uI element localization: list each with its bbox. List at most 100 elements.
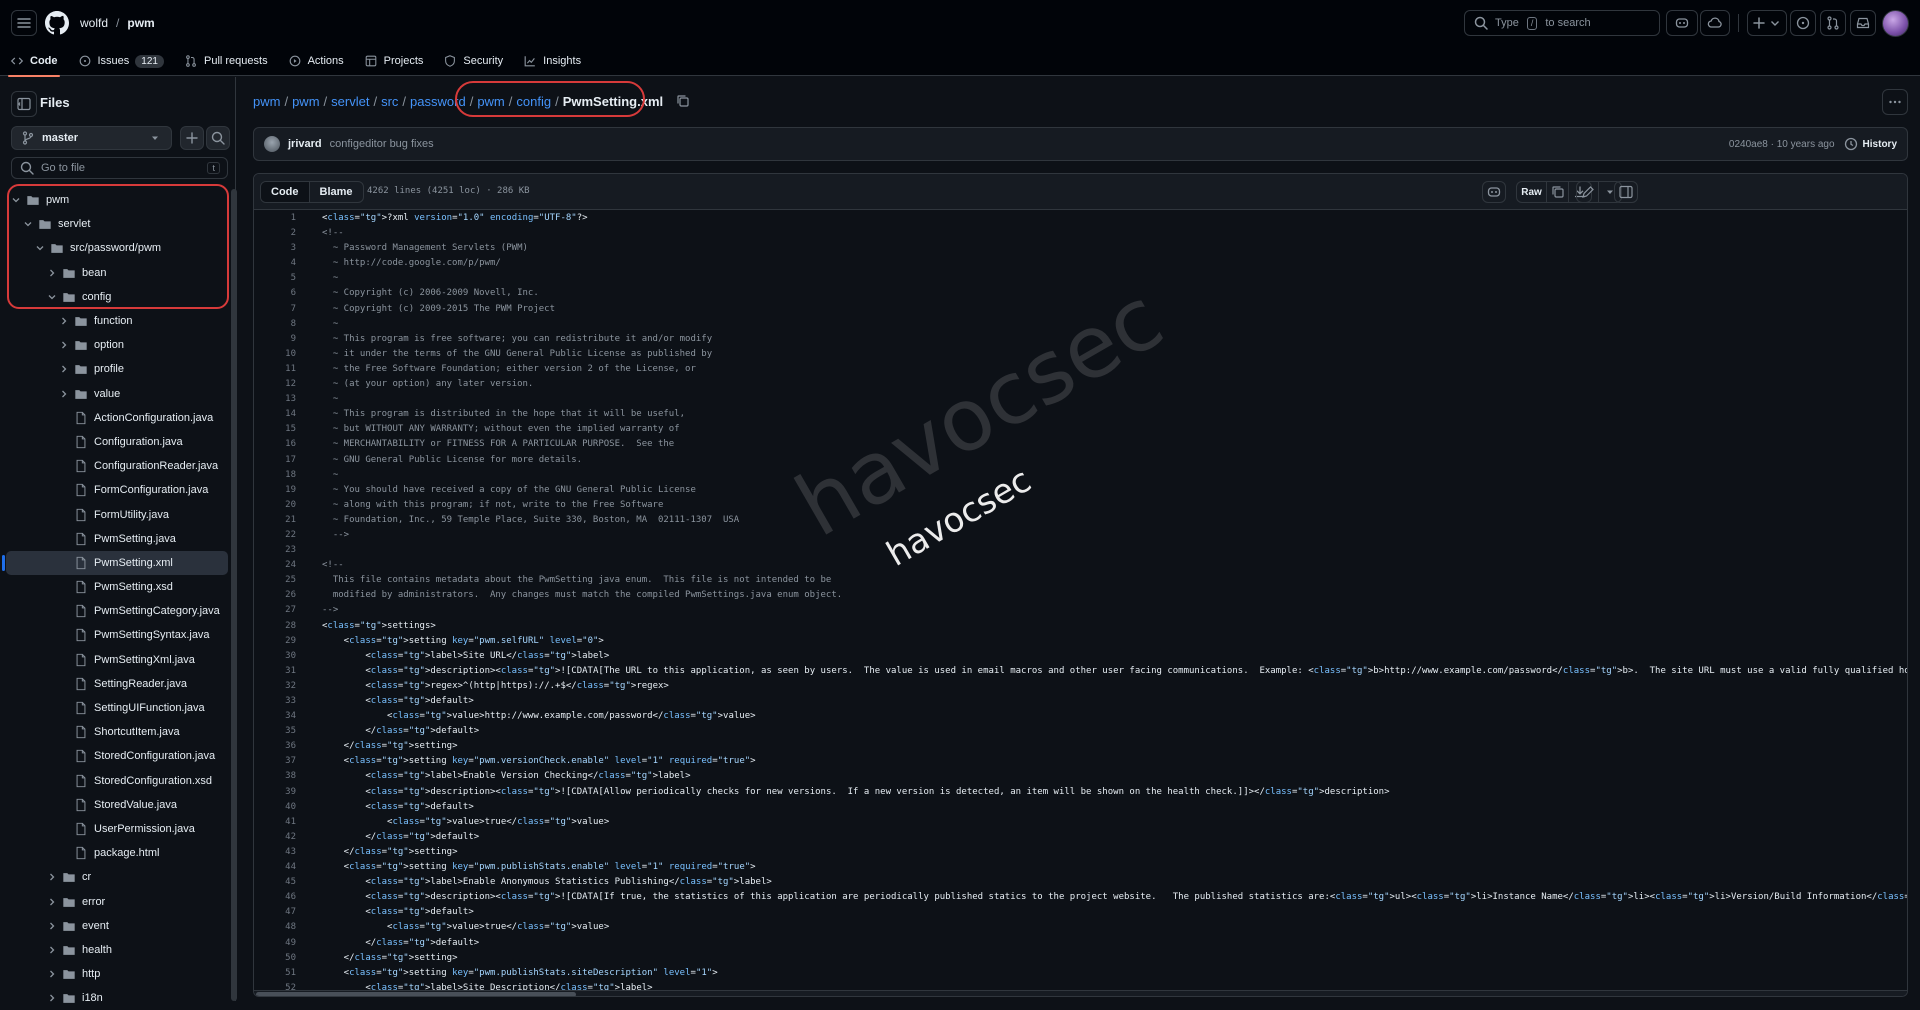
line-number[interactable]: 29 bbox=[254, 634, 296, 649]
line-number[interactable]: 33 bbox=[254, 694, 296, 709]
line-number[interactable]: 40 bbox=[254, 800, 296, 815]
tree-file[interactable]: SettingReader.java bbox=[6, 672, 228, 696]
chevron-down-icon[interactable] bbox=[10, 194, 22, 206]
line-number[interactable]: 25 bbox=[254, 573, 296, 588]
line-number[interactable]: 26 bbox=[254, 588, 296, 603]
tree-file[interactable]: FormConfiguration.java bbox=[6, 478, 228, 502]
tab-insights[interactable]: Insights bbox=[513, 46, 591, 76]
tab-code[interactable]: Code bbox=[0, 46, 68, 77]
edit-file-button[interactable] bbox=[1577, 182, 1599, 202]
line-number[interactable]: 15 bbox=[254, 422, 296, 437]
history-button[interactable]: History bbox=[1843, 136, 1897, 152]
github-logo-icon[interactable] bbox=[45, 11, 69, 35]
line-number[interactable]: 30 bbox=[254, 649, 296, 664]
tree-file[interactable]: StoredConfiguration.xsd bbox=[6, 769, 228, 793]
line-number[interactable]: 23 bbox=[254, 543, 296, 558]
line-number[interactable]: 7 bbox=[254, 302, 296, 317]
chevron-right-icon[interactable] bbox=[58, 388, 70, 400]
chevron-down-icon[interactable] bbox=[46, 291, 58, 303]
line-number[interactable]: 1 bbox=[254, 211, 296, 226]
line-number[interactable]: 31 bbox=[254, 664, 296, 679]
line-number[interactable]: 39 bbox=[254, 785, 296, 800]
tree-folder[interactable]: config bbox=[6, 285, 228, 309]
line-number[interactable]: 32 bbox=[254, 679, 296, 694]
tree-folder[interactable]: servlet bbox=[6, 212, 228, 236]
line-number[interactable]: 50 bbox=[254, 951, 296, 966]
your-pull-requests-button[interactable] bbox=[1820, 10, 1846, 36]
tab-actions[interactable]: Actions bbox=[278, 46, 354, 76]
global-search-input[interactable]: Type / to search bbox=[1464, 10, 1660, 36]
tree-file[interactable]: PwmSettingCategory.java bbox=[6, 599, 228, 623]
line-number[interactable]: 41 bbox=[254, 815, 296, 830]
path-segment-link[interactable]: servlet bbox=[331, 94, 369, 109]
copilot-button[interactable] bbox=[1666, 10, 1698, 36]
add-file-button[interactable] bbox=[180, 126, 204, 150]
line-number[interactable]: 44 bbox=[254, 860, 296, 875]
path-segment-link[interactable]: pwm bbox=[292, 94, 319, 109]
line-number[interactable]: 28 bbox=[254, 619, 296, 634]
line-number[interactable]: 12 bbox=[254, 377, 296, 392]
path-segment-link[interactable]: config bbox=[516, 94, 551, 109]
chevron-right-icon[interactable] bbox=[46, 267, 58, 279]
tree-file[interactable]: PwmSettingSyntax.java bbox=[6, 623, 228, 647]
chevron-right-icon[interactable] bbox=[46, 896, 58, 908]
line-number[interactable]: 24 bbox=[254, 558, 296, 573]
commit-message[interactable]: configeditor bug fixes bbox=[330, 138, 434, 150]
chevron-down-icon[interactable] bbox=[34, 242, 46, 254]
line-number[interactable]: 43 bbox=[254, 845, 296, 860]
scrollbar-thumb[interactable] bbox=[256, 992, 576, 996]
code-tab[interactable]: Code bbox=[261, 182, 310, 202]
line-number[interactable]: 19 bbox=[254, 483, 296, 498]
tree-file[interactable]: PwmSetting.java bbox=[6, 527, 228, 551]
line-number[interactable]: 4 bbox=[254, 256, 296, 271]
line-number[interactable]: 2 bbox=[254, 226, 296, 241]
tab-issues[interactable]: Issues 121 bbox=[68, 46, 174, 76]
search-files-button[interactable] bbox=[206, 126, 230, 150]
line-number[interactable]: 9 bbox=[254, 332, 296, 347]
line-number[interactable]: 10 bbox=[254, 347, 296, 362]
copilot-explain-button[interactable] bbox=[1482, 181, 1506, 203]
chevron-right-icon[interactable] bbox=[46, 968, 58, 980]
repo-owner-link[interactable]: wolfd bbox=[80, 16, 108, 30]
tree-file[interactable]: ConfigurationReader.java bbox=[6, 454, 228, 478]
tree-file[interactable]: PwmSettingXml.java bbox=[6, 648, 228, 672]
chevron-down-icon[interactable] bbox=[22, 218, 34, 230]
line-number[interactable]: 37 bbox=[254, 754, 296, 769]
tree-folder[interactable]: function bbox=[6, 309, 228, 333]
tree-folder[interactable]: bean bbox=[6, 261, 228, 285]
path-segment-link[interactable]: src bbox=[381, 94, 398, 109]
symbols-panel-button[interactable] bbox=[1614, 181, 1638, 203]
menu-button[interactable] bbox=[11, 10, 37, 36]
commit-author-avatar[interactable] bbox=[264, 136, 280, 152]
more-options-button[interactable] bbox=[1882, 89, 1908, 115]
your-issues-button[interactable] bbox=[1790, 10, 1816, 36]
line-number[interactable]: 35 bbox=[254, 724, 296, 739]
collapse-file-tree-button[interactable] bbox=[11, 91, 37, 117]
tree-folder[interactable]: value bbox=[6, 382, 228, 406]
line-number[interactable]: 22 bbox=[254, 528, 296, 543]
tree-folder[interactable]: pwm bbox=[6, 188, 228, 212]
chevron-right-icon[interactable] bbox=[46, 944, 58, 956]
line-number[interactable]: 38 bbox=[254, 769, 296, 784]
line-number[interactable]: 34 bbox=[254, 709, 296, 724]
line-number[interactable]: 51 bbox=[254, 966, 296, 981]
line-number[interactable]: 11 bbox=[254, 362, 296, 377]
tree-folder[interactable]: error bbox=[6, 889, 228, 913]
line-number[interactable]: 27 bbox=[254, 603, 296, 618]
tree-file[interactable]: FormUtility.java bbox=[6, 502, 228, 526]
path-segment-link[interactable]: pwm bbox=[477, 94, 504, 109]
go-to-file-input[interactable]: Go to file t bbox=[11, 157, 228, 179]
line-number[interactable]: 49 bbox=[254, 936, 296, 951]
tree-file[interactable]: SettingUIFunction.java bbox=[6, 696, 228, 720]
tab-projects[interactable]: Projects bbox=[354, 46, 434, 76]
line-number[interactable]: 20 bbox=[254, 498, 296, 513]
tab-pull-requests[interactable]: Pull requests bbox=[174, 46, 278, 76]
create-new-button[interactable] bbox=[1747, 10, 1787, 36]
line-number[interactable]: 42 bbox=[254, 830, 296, 845]
tree-folder[interactable]: src/password/pwm bbox=[6, 236, 228, 260]
line-number[interactable]: 8 bbox=[254, 317, 296, 332]
path-segment-link[interactable]: password bbox=[410, 94, 466, 109]
line-number[interactable]: 21 bbox=[254, 513, 296, 528]
tree-file[interactable]: StoredConfiguration.java bbox=[6, 744, 228, 768]
line-number[interactable]: 45 bbox=[254, 875, 296, 890]
